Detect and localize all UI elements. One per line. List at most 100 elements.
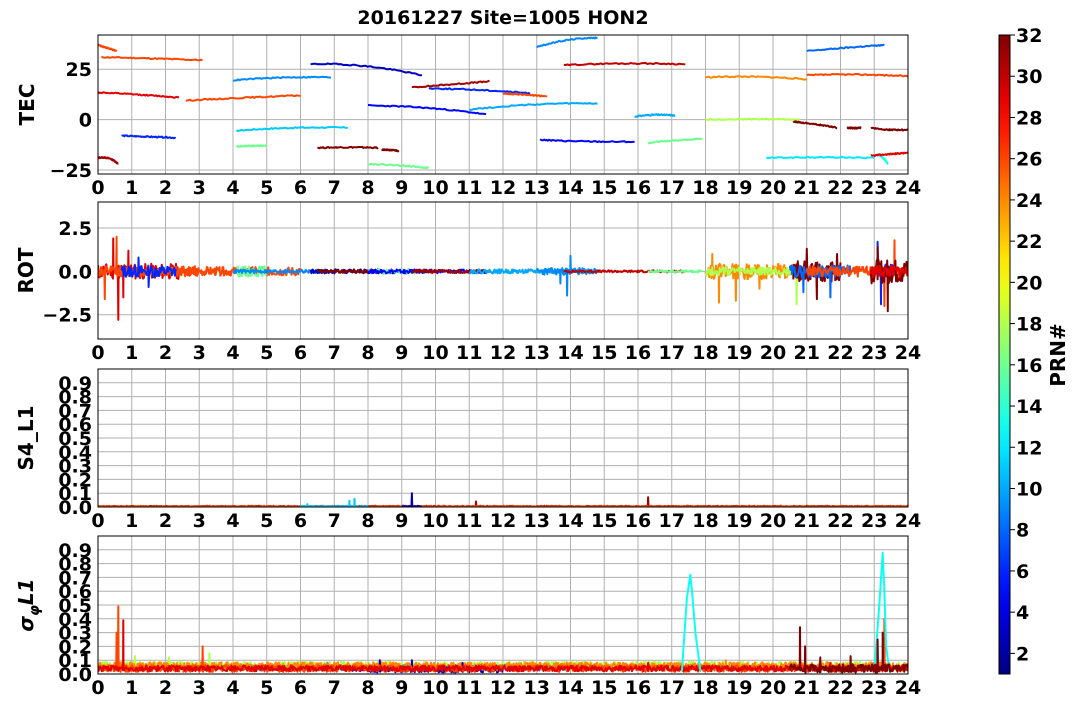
x-tick-label: 5 xyxy=(260,177,273,199)
colorbar-tick-label: 2 xyxy=(1016,643,1029,665)
x-tick-label: 9 xyxy=(395,342,408,364)
x-tick-label: 11 xyxy=(456,510,482,532)
colorbar-tick-label: 30 xyxy=(1016,66,1042,88)
data-series-prn-29 xyxy=(98,237,180,321)
data-series-prn-16 xyxy=(235,144,268,148)
x-tick-label: 17 xyxy=(659,177,685,199)
x-tick-label: 6 xyxy=(294,177,307,199)
x-tick-label: 3 xyxy=(193,510,206,532)
data-series-prn-32 xyxy=(870,126,908,132)
y-axis-label: σφL1 xyxy=(14,578,43,631)
y-tick-label: 0.9 xyxy=(58,373,92,395)
x-tick-label: 8 xyxy=(361,510,374,532)
colorbar-gradient xyxy=(998,34,1011,675)
data-series-prn-29 xyxy=(98,91,180,99)
y-tick-label: 25 xyxy=(66,59,92,81)
colorbar: 2468101214161820222426283032PRN# xyxy=(998,25,1070,675)
y-tick-label: −2.5 xyxy=(42,305,92,327)
colorbar-tick-label: 4 xyxy=(1016,602,1029,624)
x-tick-label: 8 xyxy=(361,177,374,199)
x-tick-label: 10 xyxy=(422,342,448,364)
x-tick-label: 13 xyxy=(524,510,550,532)
data-series-prn-24 xyxy=(705,75,808,81)
data-series-prn-3 xyxy=(401,492,423,507)
data-series-prn-30 xyxy=(563,61,686,67)
colorbar-tick-label: 24 xyxy=(1016,190,1042,212)
y-axis-label: ROT xyxy=(14,247,38,293)
x-tick-label: 23 xyxy=(861,677,887,699)
x-tick-label: 12 xyxy=(490,177,516,199)
x-tick-label: 10 xyxy=(422,177,448,199)
data-series-prn-5 xyxy=(367,104,487,116)
x-tick-label: 16 xyxy=(625,177,651,199)
data-series-prn-26 xyxy=(185,94,301,102)
data-series-prn-16 xyxy=(367,162,430,170)
data-series-prn-6 xyxy=(120,256,177,288)
x-tick-label: 7 xyxy=(328,342,341,364)
x-tick-label: 22 xyxy=(827,677,853,699)
x-tick-label: 15 xyxy=(591,677,617,699)
x-tick-label: 3 xyxy=(193,177,206,199)
x-tick-label: 1 xyxy=(125,177,138,199)
data-series-prn-10 xyxy=(469,101,598,111)
x-tick-label: 12 xyxy=(490,342,516,364)
data-series-prn-32 xyxy=(788,626,908,674)
y-axis-label: TEC xyxy=(15,84,39,126)
data-series-prn-32 xyxy=(317,145,379,150)
x-tick-label: 18 xyxy=(692,177,718,199)
x-tick-label: 17 xyxy=(659,342,685,364)
data-series-prn-32 xyxy=(846,126,862,130)
data-series-prn-13 xyxy=(680,573,702,672)
x-tick-label: 15 xyxy=(591,177,617,199)
x-tick-label: 13 xyxy=(524,677,550,699)
x-tick-label: 21 xyxy=(794,177,820,199)
x-tick-label: 23 xyxy=(861,177,887,199)
data-series-prn-5 xyxy=(539,138,635,144)
colorbar-tick-label: 8 xyxy=(1016,520,1029,542)
data-series-prn-16 xyxy=(647,137,703,145)
x-tick-label: 8 xyxy=(361,677,374,699)
data-series-prn-11 xyxy=(235,126,348,133)
colorbar-tick-label: 10 xyxy=(1016,478,1042,500)
panel-sigphi: 0 1 2 3 4 5 6 7 8 9 10 11 12 13 14 15 16 17 18 19 20 21 22 23 24… xyxy=(14,535,921,699)
data-series-prn-12 xyxy=(765,155,875,160)
y-tick-label: 0 xyxy=(79,110,92,132)
x-tick-label: 4 xyxy=(226,342,239,364)
x-tick-label: 11 xyxy=(456,342,482,364)
x-tick-label: 20 xyxy=(760,510,786,532)
colorbar-label: PRN# xyxy=(1046,323,1070,387)
x-tick-label: 5 xyxy=(260,510,273,532)
data-series-prn-32 xyxy=(792,120,838,130)
x-tick-label: 0 xyxy=(91,342,104,364)
data-series-prn-26 xyxy=(100,55,203,62)
y-tick-label: 2.5 xyxy=(58,218,92,240)
data-series-prn-31 xyxy=(411,79,490,89)
data-series-prn-26 xyxy=(98,43,118,52)
x-tick-label: 20 xyxy=(760,677,786,699)
x-tick-label: 16 xyxy=(625,342,651,364)
data-series-prn-26 xyxy=(502,92,548,98)
x-tick-label: 9 xyxy=(395,177,408,199)
x-tick-label: 7 xyxy=(328,177,341,199)
x-tick-label: 0 xyxy=(91,677,104,699)
x-tick-label: 24 xyxy=(895,177,921,199)
x-tick-label: 2 xyxy=(159,342,172,364)
y-tick-label: 0.0 xyxy=(58,261,92,283)
x-tick-label: 22 xyxy=(827,342,853,364)
x-tick-label: 14 xyxy=(557,510,583,532)
colorbar-tick-label: 16 xyxy=(1016,355,1042,377)
x-tick-label: 23 xyxy=(861,510,887,532)
x-tick-label: 19 xyxy=(726,677,752,699)
figure-title: 20161227 Site=1005 HON2 xyxy=(357,7,648,29)
x-tick-label: 14 xyxy=(557,177,583,199)
panel-tec: 0 1 2 3 4 5 6 7 8 9 10 11 12 13 14 15 16 17 18 19 20 21 22 23 24… xyxy=(15,34,921,199)
x-tick-label: 11 xyxy=(456,177,482,199)
x-tick-label: 6 xyxy=(294,677,307,699)
x-tick-label: 18 xyxy=(692,510,718,532)
x-tick-label: 2 xyxy=(159,510,172,532)
y-tick-label: −25 xyxy=(50,160,92,182)
x-tick-label: 9 xyxy=(395,677,408,699)
x-tick-label: 14 xyxy=(557,342,583,364)
x-tick-label: 19 xyxy=(726,177,752,199)
x-tick-label: 3 xyxy=(193,677,206,699)
